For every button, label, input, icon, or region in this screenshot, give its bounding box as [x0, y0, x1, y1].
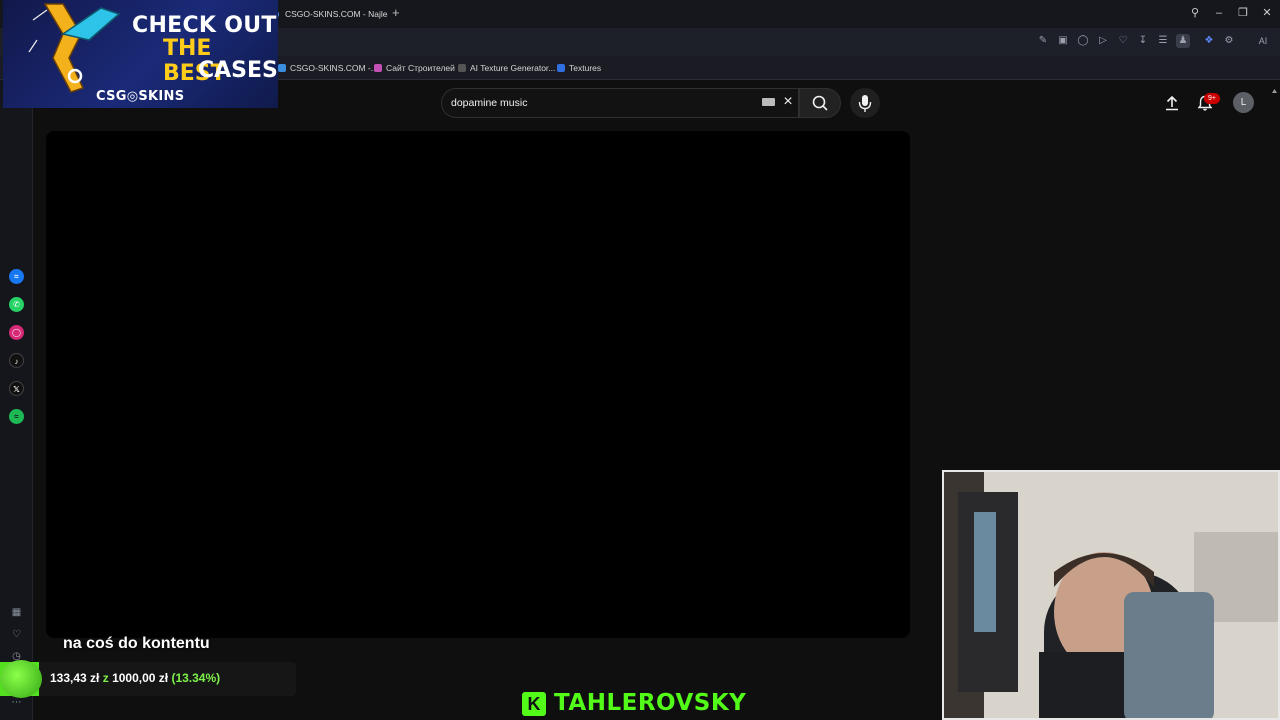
profile-icon[interactable]: ♟ — [1176, 34, 1190, 48]
bookmark-textures[interactable]: Textures — [557, 61, 601, 75]
bookmark-ai-texture-generator[interactable]: AI Texture Generator... — [458, 61, 555, 75]
ad-brand-logo: CSG◎SKINS — [96, 89, 185, 104]
search-input[interactable] — [451, 94, 751, 112]
bookmark-favicon-icon — [557, 64, 565, 72]
messenger-icon[interactable]: ≈ — [9, 269, 24, 284]
bookmark-favicon-icon — [458, 64, 466, 72]
kick-logo-icon: K — [522, 692, 546, 716]
streamer-name: TAHLEROVSKY — [554, 690, 747, 716]
menu-icon[interactable]: ☰ — [1156, 34, 1170, 48]
aria-ai-label: AI — [1258, 36, 1268, 46]
csgo-skins-ad-banner: CHECK OUT THE BEST CASES CSG◎SKINS — [3, 0, 278, 108]
new-tab-button[interactable]: + — [392, 6, 402, 20]
x-icon[interactable]: 𝕏 — [9, 381, 24, 396]
favorites-heart-icon[interactable]: ♡ — [10, 628, 23, 641]
restore-button[interactable]: ❐ — [1234, 5, 1252, 21]
bookmark-label: Textures — [569, 63, 602, 73]
account-avatar[interactable]: L — [1233, 92, 1254, 113]
aria-ai-button[interactable]: AI — [1252, 34, 1274, 48]
heart-icon[interactable]: ♡ — [1116, 34, 1130, 48]
ad-headline: CHECK OUT — [132, 13, 277, 38]
extension-icon[interactable]: ❖ — [1202, 34, 1216, 48]
webcam-feed — [942, 470, 1280, 720]
bookmark-label: Сайт Строителей — [386, 63, 455, 73]
tiktok-icon[interactable]: ♪ — [9, 353, 24, 368]
donation-goal-text: 133,43 zł z 1000,00 zł (13.34%) — [50, 671, 220, 685]
microphone-icon — [858, 95, 872, 112]
instagram-icon[interactable]: ◯ — [9, 325, 24, 340]
bookmark-favicon-icon — [374, 64, 382, 72]
whatsapp-icon[interactable]: ✆ — [9, 297, 24, 312]
bookmark-csgo-skins[interactable]: CSGO-SKINS.COM -... — [278, 61, 378, 75]
bookmark-builders-site[interactable]: Сайт Строителей — [374, 61, 455, 75]
minimize-button[interactable]: – — [1210, 5, 1228, 21]
play-icon[interactable]: ▷ — [1096, 34, 1110, 48]
browser-sidebar — [0, 80, 33, 720]
apps-grid-icon[interactable]: ▦ — [10, 606, 23, 619]
search-button[interactable] — [799, 88, 841, 118]
bookmark-label: CSGO-SKINS.COM -... — [290, 63, 378, 73]
spotify-icon[interactable]: ≈ — [9, 409, 24, 424]
webcam-image — [944, 472, 1278, 718]
bookmark-label: AI Texture Generator... — [470, 63, 556, 73]
download-icon[interactable]: ↧ — [1136, 34, 1150, 48]
browser-tab[interactable]: CSGO-SKINS.COM - Najle — [270, 4, 388, 24]
goal-separator: z — [102, 671, 109, 685]
keyboard-icon[interactable] — [762, 98, 775, 106]
clear-search-icon[interactable]: × — [780, 93, 796, 111]
donation-goal-emblem-icon — [0, 660, 42, 698]
notification-count-badge: 9+ — [1204, 93, 1220, 104]
tab-title: CSGO-SKINS.COM - Najle — [285, 9, 388, 19]
stream-caption: na coś do kontentu — [63, 635, 210, 652]
shield-icon[interactable]: ◯ — [1076, 34, 1090, 48]
close-window-button[interactable]: ✕ — [1258, 5, 1276, 21]
camera-icon[interactable]: ▣ — [1056, 34, 1070, 48]
voice-search-button[interactable] — [850, 88, 880, 118]
bookmark-favicon-icon — [278, 64, 286, 72]
goal-percent: (13.34%) — [171, 671, 221, 685]
ad-headline-end: CASES — [198, 58, 278, 83]
upload-icon[interactable] — [1163, 94, 1181, 112]
edit-icon[interactable]: ✎ — [1036, 34, 1050, 48]
search-icon — [812, 95, 828, 111]
settings-icon[interactable]: ⚙ — [1222, 34, 1236, 48]
goal-target: 1000,00 zł — [112, 671, 169, 685]
karambit-knife-icon — [28, 3, 121, 93]
browser-search-icon[interactable]: ⚲ — [1186, 5, 1204, 21]
video-player[interactable] — [46, 131, 910, 638]
goal-current: 133,43 zł — [50, 671, 100, 685]
